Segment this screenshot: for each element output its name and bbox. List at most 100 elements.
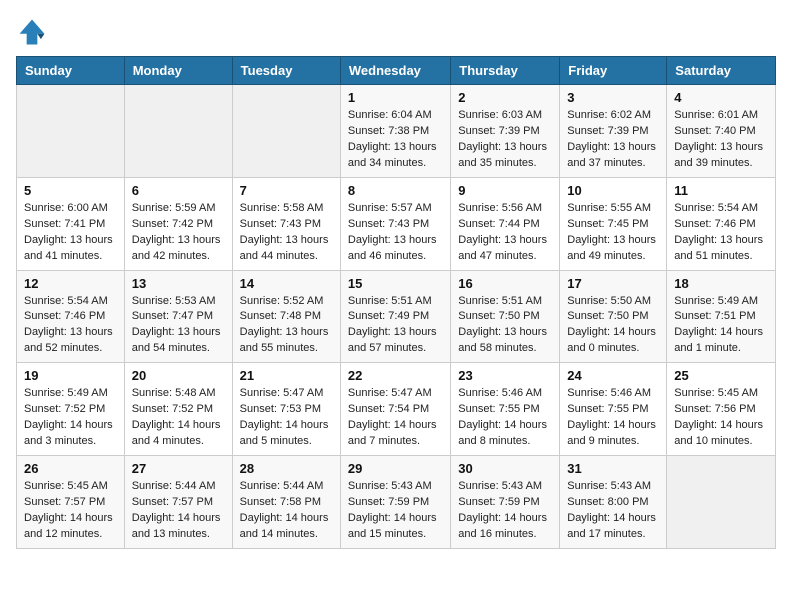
day-number: 26 [24,461,117,476]
day-number: 6 [132,183,225,198]
calendar-cell: 4 Sunrise: 6:01 AMSunset: 7:40 PMDaylight… [667,85,776,178]
day-number: 18 [674,276,768,291]
day-detail: Sunrise: 5:53 AMSunset: 7:47 PMDaylight:… [132,294,225,358]
day-detail: Sunrise: 5:48 AMSunset: 7:52 PMDaylight:… [132,386,225,450]
day-detail: Sunrise: 5:46 AMSunset: 7:55 PMDaylight:… [567,386,659,450]
day-number: 3 [567,90,659,105]
day-detail: Sunrise: 6:01 AMSunset: 7:40 PMDaylight:… [674,108,768,172]
calendar-cell: 29 Sunrise: 5:43 AMSunset: 7:59 PMDayligh… [340,456,450,549]
day-detail: Sunrise: 5:55 AMSunset: 7:45 PMDaylight:… [567,201,659,265]
calendar-header-tuesday: Tuesday [232,57,340,85]
day-detail: Sunrise: 5:47 AMSunset: 7:53 PMDaylight:… [240,386,333,450]
calendar-header-row: SundayMondayTuesdayWednesdayThursdayFrid… [17,57,776,85]
logo [16,16,52,48]
day-detail: Sunrise: 5:45 AMSunset: 7:57 PMDaylight:… [24,479,117,543]
day-detail: Sunrise: 6:04 AMSunset: 7:38 PMDaylight:… [348,108,443,172]
day-number: 30 [458,461,552,476]
calendar-cell: 5 Sunrise: 6:00 AMSunset: 7:41 PMDaylight… [17,177,125,270]
day-number: 19 [24,368,117,383]
calendar-header-thursday: Thursday [451,57,560,85]
calendar-cell: 14 Sunrise: 5:52 AMSunset: 7:48 PMDayligh… [232,270,340,363]
day-detail: Sunrise: 6:02 AMSunset: 7:39 PMDaylight:… [567,108,659,172]
week-row-4: 19Sunrise: 5:49 AMSunset: 7:52 PMDayligh… [17,363,776,456]
day-number: 22 [348,368,443,383]
day-detail: Sunrise: 5:51 AMSunset: 7:49 PMDaylight:… [348,294,443,358]
calendar-cell: 3 Sunrise: 6:02 AMSunset: 7:39 PMDaylight… [560,85,667,178]
day-detail: Sunrise: 5:56 AMSunset: 7:44 PMDaylight:… [458,201,552,265]
day-detail: Sunrise: 5:44 AMSunset: 7:57 PMDaylight:… [132,479,225,543]
calendar-cell: 15Sunrise: 5:51 AMSunset: 7:49 PMDayligh… [340,270,450,363]
day-detail: Sunrise: 5:43 AMSunset: 7:59 PMDaylight:… [348,479,443,543]
day-number: 11 [674,183,768,198]
day-detail: Sunrise: 5:44 AMSunset: 7:58 PMDaylight:… [240,479,333,543]
day-detail: Sunrise: 5:59 AMSunset: 7:42 PMDaylight:… [132,201,225,265]
calendar-cell: 7 Sunrise: 5:58 AMSunset: 7:43 PMDaylight… [232,177,340,270]
day-number: 13 [132,276,225,291]
day-detail: Sunrise: 5:47 AMSunset: 7:54 PMDaylight:… [348,386,443,450]
day-number: 17 [567,276,659,291]
calendar-cell: 17Sunrise: 5:50 AMSunset: 7:50 PMDayligh… [560,270,667,363]
day-number: 31 [567,461,659,476]
day-detail: Sunrise: 5:43 AMSunset: 7:59 PMDaylight:… [458,479,552,543]
day-detail: Sunrise: 5:46 AMSunset: 7:55 PMDaylight:… [458,386,552,450]
day-number: 28 [240,461,333,476]
calendar-cell: 22 Sunrise: 5:47 AMSunset: 7:54 PMDayligh… [340,363,450,456]
calendar-cell: 16 Sunrise: 5:51 AMSunset: 7:50 PMDayligh… [451,270,560,363]
day-number: 20 [132,368,225,383]
day-number: 4 [674,90,768,105]
page-header [16,16,776,48]
calendar-cell: 10Sunrise: 5:55 AMSunset: 7:45 PMDayligh… [560,177,667,270]
day-number: 23 [458,368,552,383]
calendar-cell: 8 Sunrise: 5:57 AMSunset: 7:43 PMDaylight… [340,177,450,270]
calendar-cell: 30 Sunrise: 5:43 AMSunset: 7:59 PMDayligh… [451,456,560,549]
day-number: 27 [132,461,225,476]
calendar-cell: 23 Sunrise: 5:46 AMSunset: 7:55 PMDayligh… [451,363,560,456]
day-number: 7 [240,183,333,198]
calendar-cell: 27 Sunrise: 5:44 AMSunset: 7:57 PMDayligh… [124,456,232,549]
calendar-cell [667,456,776,549]
day-number: 5 [24,183,117,198]
day-number: 21 [240,368,333,383]
calendar-header-friday: Friday [560,57,667,85]
calendar-cell: 11Sunrise: 5:54 AMSunset: 7:46 PMDayligh… [667,177,776,270]
calendar-cell: 12 Sunrise: 5:54 AMSunset: 7:46 PMDayligh… [17,270,125,363]
day-detail: Sunrise: 5:54 AMSunset: 7:46 PMDaylight:… [24,294,117,358]
day-detail: Sunrise: 5:51 AMSunset: 7:50 PMDaylight:… [458,294,552,358]
calendar-header-monday: Monday [124,57,232,85]
day-number: 12 [24,276,117,291]
calendar-cell: 2Sunrise: 6:03 AMSunset: 7:39 PMDaylight… [451,85,560,178]
day-number: 8 [348,183,443,198]
day-number: 29 [348,461,443,476]
calendar-cell [17,85,125,178]
calendar: SundayMondayTuesdayWednesdayThursdayFrid… [16,56,776,549]
logo-icon [16,16,48,48]
day-number: 16 [458,276,552,291]
calendar-cell: 25 Sunrise: 5:45 AMSunset: 7:56 PMDayligh… [667,363,776,456]
calendar-header-wednesday: Wednesday [340,57,450,85]
day-detail: Sunrise: 5:43 AMSunset: 8:00 PMDaylight:… [567,479,659,543]
calendar-cell: 24 Sunrise: 5:46 AMSunset: 7:55 PMDayligh… [560,363,667,456]
calendar-cell: 21 Sunrise: 5:47 AMSunset: 7:53 PMDayligh… [232,363,340,456]
day-number: 2 [458,90,552,105]
day-detail: Sunrise: 5:57 AMSunset: 7:43 PMDaylight:… [348,201,443,265]
day-number: 25 [674,368,768,383]
day-number: 9 [458,183,552,198]
calendar-cell: 31 Sunrise: 5:43 AMSunset: 8:00 PMDayligh… [560,456,667,549]
day-number: 1 [348,90,443,105]
day-detail: Sunrise: 5:52 AMSunset: 7:48 PMDaylight:… [240,294,333,358]
day-detail: Sunrise: 6:00 AMSunset: 7:41 PMDaylight:… [24,201,117,265]
day-number: 14 [240,276,333,291]
day-number: 24 [567,368,659,383]
week-row-5: 26 Sunrise: 5:45 AMSunset: 7:57 PMDayligh… [17,456,776,549]
day-detail: Sunrise: 5:49 AMSunset: 7:51 PMDaylight:… [674,294,768,358]
calendar-cell: 6 Sunrise: 5:59 AMSunset: 7:42 PMDaylight… [124,177,232,270]
day-detail: Sunrise: 5:45 AMSunset: 7:56 PMDaylight:… [674,386,768,450]
calendar-cell: 9 Sunrise: 5:56 AMSunset: 7:44 PMDaylight… [451,177,560,270]
day-detail: Sunrise: 5:58 AMSunset: 7:43 PMDaylight:… [240,201,333,265]
calendar-cell [124,85,232,178]
week-row-3: 12 Sunrise: 5:54 AMSunset: 7:46 PMDayligh… [17,270,776,363]
calendar-header-sunday: Sunday [17,57,125,85]
calendar-cell: 20 Sunrise: 5:48 AMSunset: 7:52 PMDayligh… [124,363,232,456]
calendar-cell: 28 Sunrise: 5:44 AMSunset: 7:58 PMDayligh… [232,456,340,549]
calendar-cell: 26 Sunrise: 5:45 AMSunset: 7:57 PMDayligh… [17,456,125,549]
